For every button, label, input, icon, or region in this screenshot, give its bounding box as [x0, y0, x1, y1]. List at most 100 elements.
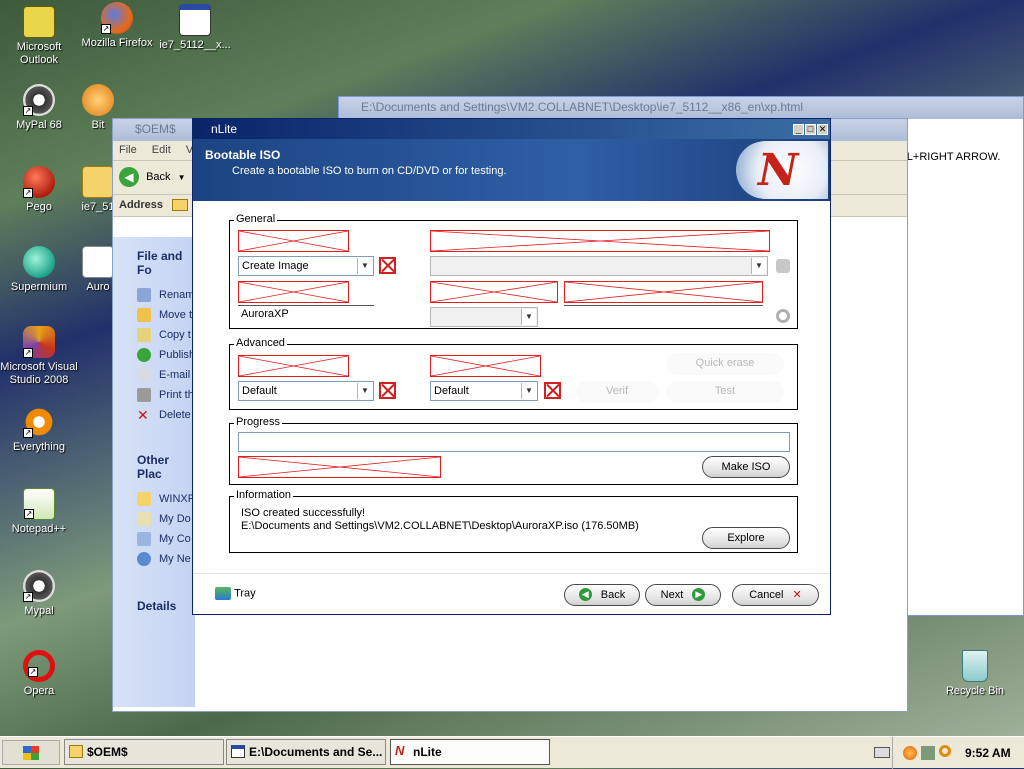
- email-icon: [137, 368, 151, 382]
- system-tray: 9:52 AM: [892, 737, 1024, 769]
- make-iso-button[interactable]: Make ISO: [702, 456, 790, 478]
- speed-select[interactable]: ▼: [430, 307, 538, 327]
- desktop-icon-everything[interactable]: ↗ Everything: [0, 406, 78, 454]
- start-button[interactable]: [2, 740, 60, 765]
- menu-file[interactable]: File: [119, 144, 137, 156]
- boot-select[interactable]: Default ▼: [238, 381, 374, 401]
- desktop-icon-label: Mypal: [24, 605, 54, 617]
- back-button[interactable]: ◀ Back: [564, 584, 640, 606]
- place-my-network[interactable]: My Ne: [137, 551, 195, 571]
- place-my-documents[interactable]: My Do: [137, 511, 195, 531]
- refresh-icon[interactable]: [776, 309, 790, 323]
- nlite-dialog[interactable]: nLite _ □ ✕ Bootable ISO Create a bootab…: [192, 118, 831, 615]
- bit-icon: [82, 84, 114, 116]
- visual-studio-icon: ↗: [23, 326, 55, 358]
- other-places-heading: Other Plac: [137, 453, 170, 481]
- drive-info-icon[interactable]: [776, 259, 790, 273]
- maximize-button[interactable]: □: [805, 124, 816, 135]
- chevron-down-icon: ▼: [357, 258, 372, 274]
- desktop-icon-supermium[interactable]: Supermium: [0, 246, 78, 294]
- menu-edit[interactable]: Edit: [152, 144, 171, 156]
- printer-icon: [137, 388, 151, 402]
- firefox-tray-icon[interactable]: [903, 746, 917, 760]
- tray-button[interactable]: Tray: [215, 587, 256, 600]
- mypal-icon: ↗: [23, 84, 55, 116]
- image-mode-select[interactable]: Create Image ▼: [238, 256, 374, 276]
- tray-label: Tray: [234, 587, 256, 600]
- chevron-down-icon: ▼: [177, 173, 186, 182]
- pego-icon: ↗: [23, 166, 55, 198]
- mypal-icon: ↗: [23, 570, 55, 602]
- task-email[interactable]: E-mail: [137, 367, 195, 387]
- explore-button[interactable]: Explore: [702, 527, 790, 549]
- cancel-label: Cancel: [749, 589, 784, 601]
- place-my-computer[interactable]: My Co: [137, 531, 195, 551]
- keyboard-icon[interactable]: [874, 747, 890, 758]
- cancel-button[interactable]: Cancel ✕: [732, 584, 819, 606]
- field-underline: [564, 305, 763, 306]
- task-rename[interactable]: Renam: [137, 287, 195, 307]
- tray-icon: [215, 587, 231, 600]
- desktop-icon-opera[interactable]: ↗ Opera: [0, 650, 78, 698]
- place-winxp[interactable]: WINXP: [137, 491, 195, 511]
- test-button[interactable]: Test: [666, 381, 784, 403]
- task-copy[interactable]: Copy t: [137, 327, 195, 347]
- clock[interactable]: 9:52 AM: [965, 746, 1011, 760]
- desktop-icon-label: Opera: [23, 685, 55, 697]
- desktop-icon-label: Microsoft Visual Studio 2008: [0, 361, 78, 386]
- taskbar-item-nlite[interactable]: N nLite: [390, 739, 550, 765]
- search-tray-icon[interactable]: [939, 745, 951, 757]
- general-group: General Create Image ▼ ▼ AuroraXP ▼: [229, 213, 798, 329]
- minimize-button[interactable]: _: [793, 124, 804, 135]
- missing-checkbox-icon[interactable]: [544, 382, 561, 399]
- nlite-icon: N: [395, 743, 405, 758]
- page-title: Bootable ISO: [205, 148, 281, 162]
- desktop-icon-recycle-bin[interactable]: Recycle Bin: [936, 650, 1014, 698]
- task-delete[interactable]: ✕ Delete: [137, 407, 195, 427]
- notepadpp-icon: ↗: [23, 488, 55, 520]
- place-label: My Do: [159, 513, 191, 525]
- missing-image-placeholder: [564, 281, 763, 303]
- missing-image-placeholder: [430, 230, 770, 252]
- missing-checkbox-icon[interactable]: [379, 257, 396, 274]
- desktop-icon-outlook[interactable]: Microsoft Outlook: [0, 6, 78, 67]
- taskbar-item-oem[interactable]: $OEM$: [64, 739, 224, 765]
- missing-image-placeholder: [430, 281, 558, 303]
- quick-erase-button[interactable]: Quick erase: [666, 353, 784, 375]
- back-button[interactable]: ◀ Back ▼: [119, 167, 186, 189]
- nlite-footer: Tray ◀ Back Next ▶ Cancel ✕: [193, 573, 830, 614]
- task-publish[interactable]: Publish: [137, 347, 195, 367]
- filesystem-select[interactable]: Default ▼: [430, 381, 538, 401]
- network-tray-icon[interactable]: [921, 746, 935, 760]
- desktop-icon-visual-studio[interactable]: ↗ Microsoft Visual Studio 2008: [0, 326, 78, 387]
- desktop-icon-label: Everything: [13, 441, 65, 453]
- desktop-icon-mypal[interactable]: ↗ Mypal: [0, 570, 78, 618]
- nlite-header: Bootable ISO Create a bootable ISO to bu…: [193, 139, 830, 201]
- next-button[interactable]: Next ▶: [645, 584, 721, 606]
- nlite-title-bar[interactable]: nLite _ □ ✕: [193, 119, 830, 139]
- info-line-2: E:\Documents and Settings\VM2.COLLABNET\…: [241, 520, 639, 532]
- desktop-icon-mypal68[interactable]: ↗ MyPal 68: [0, 84, 78, 132]
- taskbar-item-ie[interactable]: E:\Documents and Se...: [226, 739, 386, 765]
- back-label: Back: [146, 171, 171, 184]
- task-move[interactable]: Move t: [137, 307, 195, 327]
- close-button[interactable]: ✕: [817, 124, 828, 135]
- information-group: Information ISO created successfully! E:…: [229, 489, 798, 553]
- desktop-icon-notepadpp[interactable]: ↗ Notepad++: [0, 488, 78, 536]
- chevron-down-icon: ▼: [521, 309, 536, 325]
- desktop-icon-firefox[interactable]: ↗ Mozilla Firefox: [78, 2, 156, 50]
- drive-select[interactable]: ▼: [430, 256, 768, 276]
- window-icon: [231, 745, 245, 758]
- verify-button[interactable]: Verif: [576, 381, 658, 403]
- taskbar: $OEM$ E:\Documents and Se... N nLite 9:5…: [0, 736, 1024, 769]
- verify-label: Verif: [605, 385, 628, 397]
- next-label: Next: [660, 589, 684, 601]
- task-label: Delete: [159, 409, 191, 421]
- task-print[interactable]: Print th: [137, 387, 195, 407]
- iso-label-field[interactable]: AuroraXP: [238, 307, 374, 325]
- next-arrow-icon: ▶: [692, 587, 706, 601]
- desktop-icon-pego[interactable]: ↗ Pego: [0, 166, 78, 214]
- desktop-icon-ie7-installer[interactable]: ie7_5112__x...: [156, 4, 234, 52]
- taskbar-item-label: nLite: [413, 745, 442, 759]
- missing-checkbox-icon[interactable]: [379, 382, 396, 399]
